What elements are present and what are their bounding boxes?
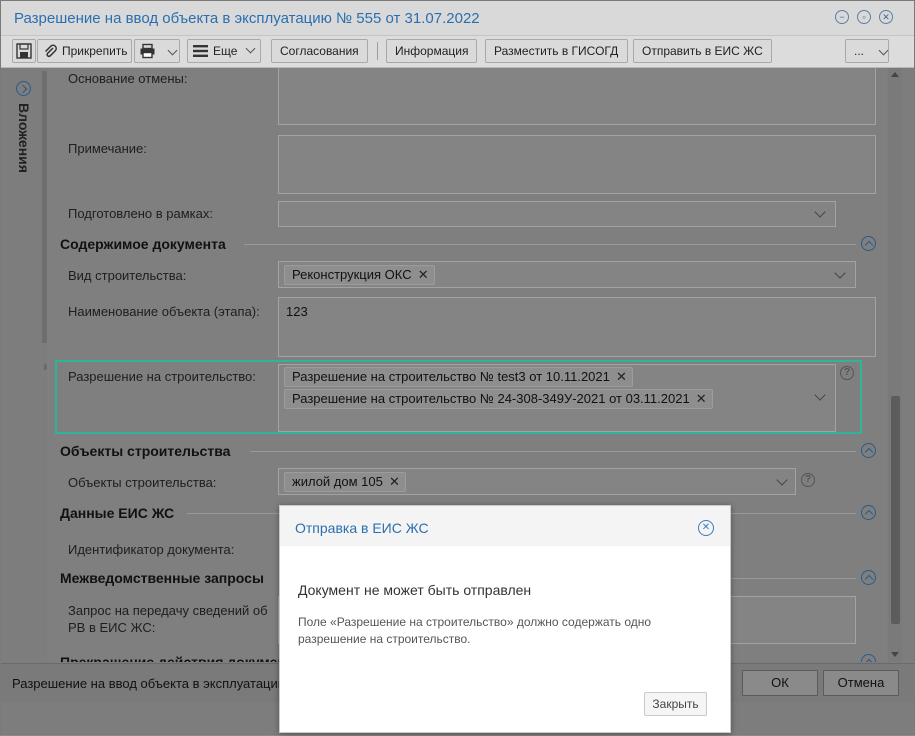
- overflow-label: ...: [854, 44, 865, 58]
- scrollbar-thumb[interactable]: [891, 396, 900, 624]
- chevron-down-icon: [167, 45, 178, 56]
- remove-tag-icon[interactable]: ✕: [389, 473, 400, 491]
- dialog-close-icon[interactable]: ✕: [698, 520, 714, 536]
- section-eis-title: Данные ЕИС ЖС: [60, 505, 175, 521]
- close-icon[interactable]: ✕: [879, 10, 893, 24]
- help-icon[interactable]: ?: [840, 366, 854, 380]
- scroll-up-icon[interactable]: [891, 72, 899, 77]
- ok-button[interactable]: ОК: [742, 670, 818, 696]
- save-button[interactable]: [12, 39, 36, 63]
- vertical-scrollbar[interactable]: [888, 68, 902, 662]
- permit-tag-label: Разрешение на строительство № 24-308-349…: [292, 391, 690, 406]
- info-button[interactable]: Информация: [386, 39, 477, 63]
- attach-button[interactable]: Прикрепить: [37, 39, 132, 63]
- remove-tag-icon[interactable]: ✕: [696, 390, 707, 408]
- request-label: Запрос на передачу сведений об РВ в ЕИС …: [68, 602, 268, 636]
- objects-label: Объекты строительства:: [68, 475, 217, 490]
- dialog-title: Отправка в ЕИС ЖС: [295, 520, 429, 536]
- attachments-tab-label: Вложения: [16, 103, 32, 173]
- send-eis-dialog: Отправка в ЕИС ЖС ✕ Документ не может бы…: [279, 505, 731, 733]
- cancel-basis-label: Основание отмены:: [68, 71, 188, 86]
- remove-tag-icon[interactable]: ✕: [418, 266, 429, 284]
- permit-tag: Разрешение на строительство № 24-308-349…: [284, 389, 713, 409]
- section-contents-title: Содержимое документа: [60, 236, 226, 252]
- cancel-basis-textarea[interactable]: [278, 68, 876, 125]
- object-name-label: Наименование объекта (этапа):: [68, 304, 260, 319]
- cancel-button[interactable]: Отмена: [823, 670, 899, 696]
- restore-icon[interactable]: ▫: [857, 10, 871, 24]
- toolbar-divider: [377, 42, 378, 60]
- dialog-close-button[interactable]: Закрыть: [644, 692, 707, 716]
- scroll-down-icon[interactable]: [891, 652, 899, 657]
- construction-kind-select[interactable]: Реконструкция ОКС ✕: [278, 261, 856, 288]
- more-label: Еще: [213, 44, 238, 58]
- chevron-down-icon: [245, 43, 256, 54]
- section-divider: [244, 244, 856, 245]
- collapse-section-icon[interactable]: [861, 236, 876, 251]
- permit-tag-label: Разрешение на строительство № test3 от 1…: [292, 369, 610, 384]
- overflow-menu-button[interactable]: ...: [845, 39, 889, 63]
- objects-tag: жилой дом 105 ✕: [284, 472, 406, 492]
- chevron-down-icon: [834, 267, 846, 279]
- objects-select[interactable]: жилой дом 105 ✕: [278, 468, 796, 495]
- printer-icon: [140, 43, 155, 59]
- note-textarea[interactable]: [278, 135, 876, 194]
- dialog-header: Отправка в ЕИС ЖС ✕: [280, 506, 730, 546]
- collapse-section-icon[interactable]: [861, 570, 876, 585]
- object-name-value: 123: [286, 304, 308, 319]
- request-label-line: Запрос на передачу сведений об: [68, 603, 268, 618]
- help-icon[interactable]: ?: [801, 473, 815, 487]
- save-icon: [16, 43, 32, 59]
- expand-icon: [16, 81, 31, 96]
- section-divider: [250, 451, 856, 452]
- doc-id-label: Идентификатор документа:: [68, 542, 235, 557]
- note-label: Примечание:: [68, 141, 147, 156]
- permit-label: Разрешение на строительство:: [68, 369, 256, 384]
- window-title: Разрешение на ввод объекта в эксплуатаци…: [14, 10, 480, 27]
- approvals-button[interactable]: Согласования: [271, 39, 368, 63]
- permit-select[interactable]: Разрешение на строительство № test3 от 1…: [278, 364, 836, 432]
- dialog-message: Документ не может быть отправлен: [298, 582, 532, 598]
- chevron-down-icon: [814, 206, 826, 218]
- section-termination-title: Прекращение действия документа: [60, 654, 301, 662]
- prepared-within-label: Подготовлено в рамках:: [68, 206, 213, 221]
- remove-tag-icon[interactable]: ✕: [616, 368, 627, 386]
- dialog-details: Поле «Разрешение на строительство» должн…: [298, 615, 652, 646]
- collapse-section-icon[interactable]: [861, 443, 876, 458]
- chevron-down-icon: [814, 389, 826, 401]
- section-requests-title: Межведомственные запросы: [60, 570, 264, 586]
- construction-kind-tag: Реконструкция ОКС ✕: [284, 265, 435, 285]
- paperclip-icon: [44, 44, 57, 58]
- place-gisogd-button[interactable]: Разместить в ГИСОГД: [485, 39, 628, 63]
- construction-kind-label: Вид строительства:: [68, 268, 187, 283]
- collapse-section-icon[interactable]: [861, 654, 876, 662]
- permit-tag: Разрешение на строительство № test3 от 1…: [284, 367, 633, 387]
- send-eis-button[interactable]: Отправить в ЕИС ЖС: [633, 39, 772, 63]
- more-menu-button[interactable]: Еще: [187, 39, 261, 63]
- print-button[interactable]: [134, 39, 180, 63]
- attach-label: Прикрепить: [62, 44, 128, 58]
- construction-kind-tag-label: Реконструкция ОКС: [292, 267, 412, 282]
- collapse-section-icon[interactable]: [861, 505, 876, 520]
- chevron-down-icon: [776, 474, 788, 486]
- objects-tag-label: жилой дом 105: [292, 474, 383, 489]
- section-objects-title: Объекты строительства: [60, 443, 231, 459]
- object-name-textarea[interactable]: 123: [278, 297, 876, 357]
- minimize-icon[interactable]: −: [835, 10, 849, 24]
- prepared-within-select[interactable]: [278, 201, 836, 227]
- toolbar: Прикрепить Еще Согласования Информация Р…: [1, 36, 914, 68]
- chevron-down-icon: [878, 45, 889, 56]
- hamburger-icon: [193, 45, 208, 57]
- request-label-line: РВ в ЕИС ЖС:: [68, 620, 156, 635]
- footer-status-text: Разрешение на ввод объекта в эксплуатаци…: [12, 676, 288, 691]
- attachments-tab[interactable]: Вложения: [7, 72, 37, 182]
- title-bar: Разрешение на ввод объекта в эксплуатаци…: [1, 1, 914, 36]
